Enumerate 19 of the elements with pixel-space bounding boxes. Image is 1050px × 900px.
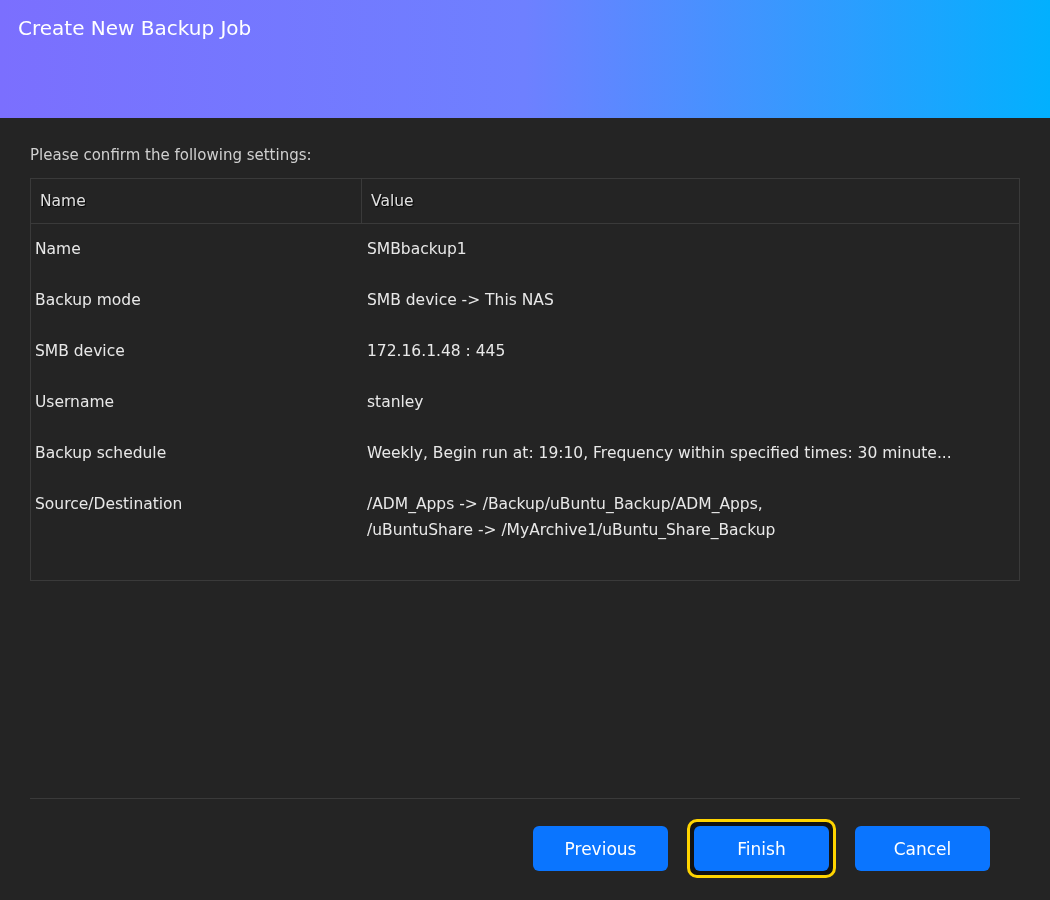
table-cell-text: Username xyxy=(34,392,115,413)
instruction-text: Please confirm the following settings: xyxy=(30,146,312,164)
column-header: Value xyxy=(371,192,414,210)
table-cell-text: stanley xyxy=(366,392,425,413)
dialog-button[interactable]: Cancel xyxy=(855,826,990,871)
table-cell-text: Backup schedule xyxy=(34,443,168,464)
dialog-button[interactable]: Previous xyxy=(533,826,668,871)
table-cell-text: Weekly, Begin run at: 19:10, Frequency within specified times: 30 minute... xyxy=(366,443,953,464)
column-header: Name xyxy=(40,192,86,210)
dialog-button[interactable]: Finish xyxy=(694,826,829,871)
window-title: Create New Backup Job xyxy=(18,16,252,40)
table-cell-text: Source/Destination xyxy=(34,494,184,515)
table-cell-text: 172.16.1.48 : 445 xyxy=(366,341,507,362)
table-cell-text: Name xyxy=(34,239,82,260)
table-cell-text: SMBbackup1 xyxy=(366,239,468,260)
table-cell-text: SMB device xyxy=(34,341,126,362)
table-cell-text: Backup mode xyxy=(34,290,142,311)
table-cell-text: /ADM_Apps -> /Backup/uBuntu_Backup/ADM_Apps, /uBuntuShare -> /MyArchive1/uBuntu_Share_Backup xyxy=(366,494,777,541)
table-cell-text: SMB device -> This NAS xyxy=(366,290,555,311)
